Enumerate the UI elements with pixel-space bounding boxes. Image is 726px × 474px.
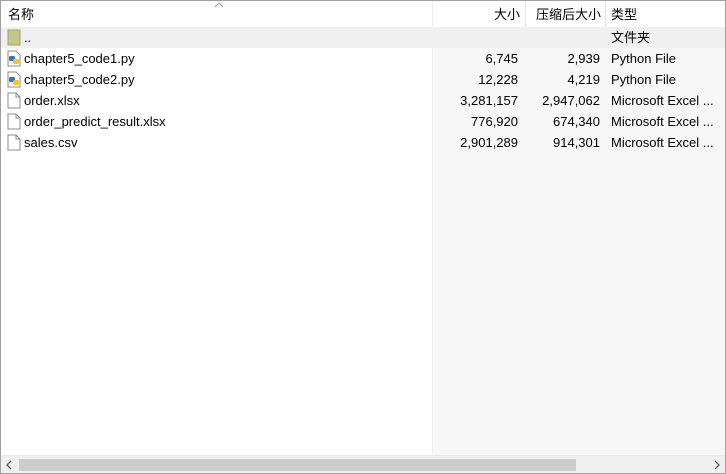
- python-file-icon: [7, 50, 21, 67]
- file-packed-size: 914,301: [553, 135, 600, 150]
- file-name: chapter5_code2.py: [24, 72, 135, 87]
- file-type: Microsoft Excel ...: [611, 135, 714, 150]
- list-item[interactable]: chapter5_code2.py 12,228 4,219 Python Fi…: [1, 69, 725, 90]
- file-size: 3,281,157: [460, 93, 518, 108]
- file-type: Microsoft Excel ...: [611, 93, 714, 108]
- file-name: chapter5_code1.py: [24, 51, 135, 66]
- file-size: 6,745: [485, 51, 518, 66]
- list-item[interactable]: sales.csv 2,901,289 914,301 Microsoft Ex…: [1, 132, 725, 153]
- document-icon: [7, 134, 21, 151]
- file-size: 2,901,289: [460, 135, 518, 150]
- scroll-right-icon[interactable]: [708, 456, 725, 474]
- file-size: 776,920: [471, 114, 518, 129]
- document-icon: [7, 92, 21, 109]
- file-type: Python File: [611, 72, 677, 87]
- column-header-type[interactable]: 类型: [611, 1, 637, 27]
- column-divider[interactable]: [525, 1, 526, 27]
- file-packed-size: 2,939: [567, 51, 600, 66]
- scrollbar-thumb[interactable]: [19, 459, 576, 471]
- file-name: ..: [24, 30, 32, 45]
- file-name: sales.csv: [24, 135, 78, 150]
- file-name: order_predict_result.xlsx: [24, 114, 166, 129]
- scroll-left-icon[interactable]: [1, 456, 18, 474]
- list-item[interactable]: .. 文件夹: [1, 27, 725, 48]
- file-size: 12,228: [478, 72, 518, 87]
- list-item[interactable]: chapter5_code1.py 6,745 2,939 Python Fil…: [1, 48, 725, 69]
- list-item[interactable]: order_predict_result.xlsx 776,920 674,34…: [1, 111, 725, 132]
- column-header-size-label: 大小: [493, 7, 520, 22]
- column-header-packed[interactable]: 压缩后大小: [536, 1, 601, 27]
- folder-up-icon: [7, 29, 21, 46]
- column-header-packed-label: 压缩后大小: [535, 7, 601, 22]
- column-header-name[interactable]: 名称: [8, 1, 34, 27]
- file-packed-size: 674,340: [553, 114, 600, 129]
- document-icon: [7, 113, 21, 130]
- horizontal-scrollbar[interactable]: [1, 455, 725, 474]
- file-packed-size: 4,219: [567, 72, 600, 87]
- file-type: Microsoft Excel ...: [611, 114, 714, 129]
- file-type: 文件夹: [611, 30, 651, 45]
- column-divider[interactable]: [605, 1, 606, 27]
- python-file-icon: [7, 71, 21, 88]
- file-name: order.xlsx: [24, 93, 80, 108]
- column-header-bar: 名称 大小 压缩后大小 类型: [1, 1, 725, 27]
- column-header-size[interactable]: 大小: [494, 1, 520, 27]
- sort-ascending-icon: [214, 2, 224, 8]
- archive-file-list: 名称 大小 压缩后大小 类型 .. 文件夹 chapter5_code1.py …: [0, 0, 726, 474]
- list-item[interactable]: order.xlsx 3,281,157 2,947,062 Microsoft…: [1, 90, 725, 111]
- file-packed-size: 2,947,062: [542, 93, 600, 108]
- file-type: Python File: [611, 51, 677, 66]
- column-header-type-label: 类型: [611, 7, 638, 22]
- column-header-name-label: 名称: [8, 7, 35, 22]
